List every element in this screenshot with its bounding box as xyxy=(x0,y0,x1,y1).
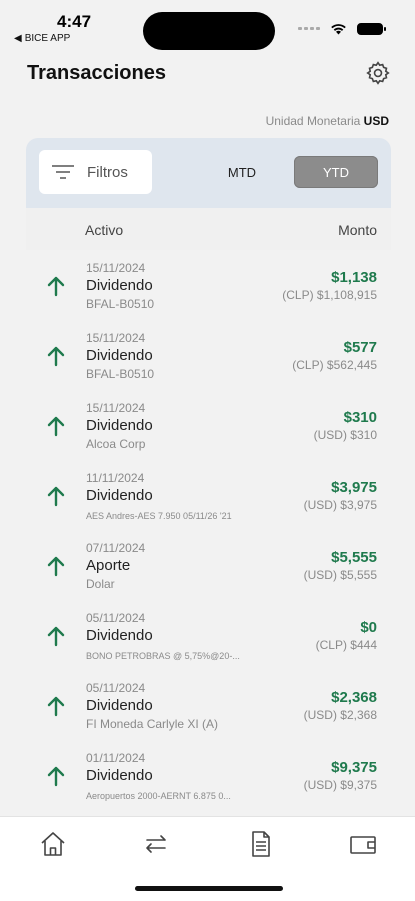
transaction-instrument: BFAL-B0510 xyxy=(86,367,155,381)
table-header: Activo Monto xyxy=(26,208,391,250)
transaction-type: Dividendo xyxy=(86,277,153,294)
currency-indicator: Unidad Monetaria USD xyxy=(266,114,389,128)
filters-button[interactable]: Filtros xyxy=(39,150,152,194)
arrow-up-icon xyxy=(47,276,65,297)
transaction-row[interactable]: 05/11/2024 Dividendo FI Moneda Carlyle X… xyxy=(0,672,415,742)
arrow-up-icon xyxy=(47,766,65,787)
transaction-type: Dividendo xyxy=(86,697,153,714)
transaction-sub-amount: (USD) $2,368 xyxy=(303,708,377,722)
transaction-sub-amount: (USD) $3,975 xyxy=(303,498,377,512)
transaction-amount: $577 xyxy=(343,339,377,356)
column-header-asset: Activo xyxy=(85,222,124,238)
transaction-date: 15/11/2024 xyxy=(86,401,146,415)
column-header-amount: Monto xyxy=(338,222,377,238)
transaction-instrument: Aeropuertos 2000-AERNT 6.875 0... xyxy=(86,791,231,801)
arrow-up-icon xyxy=(47,486,65,507)
transaction-sub-amount: (CLP) $562,445 xyxy=(292,358,377,372)
transaction-sub-amount: (CLP) $444 xyxy=(315,638,377,652)
transaction-date: 05/11/2024 xyxy=(86,681,146,695)
arrow-up-icon xyxy=(47,346,65,367)
transaction-amount: $310 xyxy=(343,409,377,426)
transaction-date: 05/11/2024 xyxy=(86,611,146,625)
currency-label: Unidad Monetaria xyxy=(265,114,361,128)
home-indicator xyxy=(135,886,283,891)
transaction-row[interactable]: 15/11/2024 Dividendo Alcoa Corp $310 (US… xyxy=(0,392,415,462)
segment-ytd[interactable]: YTD xyxy=(294,156,378,188)
transaction-row[interactable]: 11/11/2024 Dividendo AES Andres-AES 7.95… xyxy=(0,462,415,532)
transaction-instrument: BFAL-B0510 xyxy=(86,297,155,311)
transaction-instrument: Dolar xyxy=(86,577,115,591)
status-icons xyxy=(298,22,386,35)
home-icon[interactable] xyxy=(38,829,68,859)
transaction-type: Dividendo xyxy=(86,767,153,784)
transaction-amount: $1,138 xyxy=(331,269,377,286)
status-time: 4:47 xyxy=(57,12,92,31)
back-triangle-icon: ◀ xyxy=(14,33,22,44)
filter-lines-icon xyxy=(52,165,74,179)
transaction-row[interactable]: 01/11/2024 Dividendo Aeropuertos 2000-AE… xyxy=(0,742,415,812)
gear-icon[interactable] xyxy=(365,60,391,86)
transaction-row[interactable]: 07/11/2024 Aporte Dolar $5,555 (USD) $5,… xyxy=(0,532,415,602)
status-bar: 4:47 ◀ BICE APP xyxy=(0,0,415,52)
arrow-up-icon xyxy=(47,696,65,717)
arrow-up-icon xyxy=(47,626,65,647)
transaction-instrument: AES Andres-AES 7.950 05/11/26 '21 xyxy=(86,511,232,521)
transaction-sub-amount: (USD) $5,555 xyxy=(303,568,377,582)
arrow-up-icon xyxy=(47,416,65,437)
arrow-up-icon xyxy=(47,556,65,577)
wallet-icon[interactable] xyxy=(348,829,378,859)
transaction-type: Aporte xyxy=(86,557,131,574)
transaction-amount: $3,975 xyxy=(331,479,377,496)
transaction-amount: $5,555 xyxy=(331,549,377,566)
transaction-type: Dividendo xyxy=(86,417,153,434)
filter-panel: Filtros MTD YTD xyxy=(26,138,391,208)
dynamic-island xyxy=(143,12,275,50)
transaction-instrument: BONO PETROBRAS @ 5,75%@20-... xyxy=(86,651,240,661)
transaction-sub-amount: (USD) $310 xyxy=(313,428,377,442)
segment-mtd[interactable]: MTD xyxy=(204,156,280,188)
transaction-date: 15/11/2024 xyxy=(86,261,146,275)
transaction-date: 11/11/2024 xyxy=(86,471,145,485)
back-app-label: BICE APP xyxy=(24,33,71,44)
transaction-date: 01/11/2024 xyxy=(86,751,146,765)
transaction-sub-amount: (CLP) $1,108,915 xyxy=(282,288,377,302)
transaction-row[interactable]: 15/11/2024 Dividendo BFAL-B0510 $1,138 (… xyxy=(0,252,415,322)
page-title: Transacciones xyxy=(27,62,166,84)
signal-icon xyxy=(298,27,320,30)
transaction-type: Dividendo xyxy=(86,627,153,644)
transaction-row[interactable]: 15/11/2024 Dividendo BFAL-B0510 $577 (CL… xyxy=(0,322,415,392)
transaction-date: 15/11/2024 xyxy=(86,331,146,345)
transaction-type: Dividendo xyxy=(86,487,153,504)
transaction-amount: $0 xyxy=(360,619,377,636)
transaction-sub-amount: (USD) $9,375 xyxy=(303,778,377,792)
filters-label: Filtros xyxy=(87,163,128,181)
transaction-amount: $9,375 xyxy=(331,759,377,776)
transaction-instrument: Alcoa Corp xyxy=(86,437,146,451)
transaction-date: 07/11/2024 xyxy=(86,541,146,555)
wifi-icon xyxy=(331,24,346,35)
document-icon[interactable] xyxy=(245,829,275,859)
currency-value: USD xyxy=(363,114,389,128)
transaction-type: Dividendo xyxy=(86,347,153,364)
battery-icon xyxy=(357,22,386,35)
transaction-instrument: FI Moneda Carlyle XI (A) xyxy=(86,717,219,731)
transaction-amount: $2,368 xyxy=(331,689,377,706)
back-to-app-link[interactable]: ◀ BICE APP xyxy=(14,33,70,44)
transaction-row[interactable]: 05/11/2024 Dividendo BONO PETROBRAS @ 5,… xyxy=(0,602,415,672)
transfer-icon[interactable] xyxy=(141,829,171,859)
